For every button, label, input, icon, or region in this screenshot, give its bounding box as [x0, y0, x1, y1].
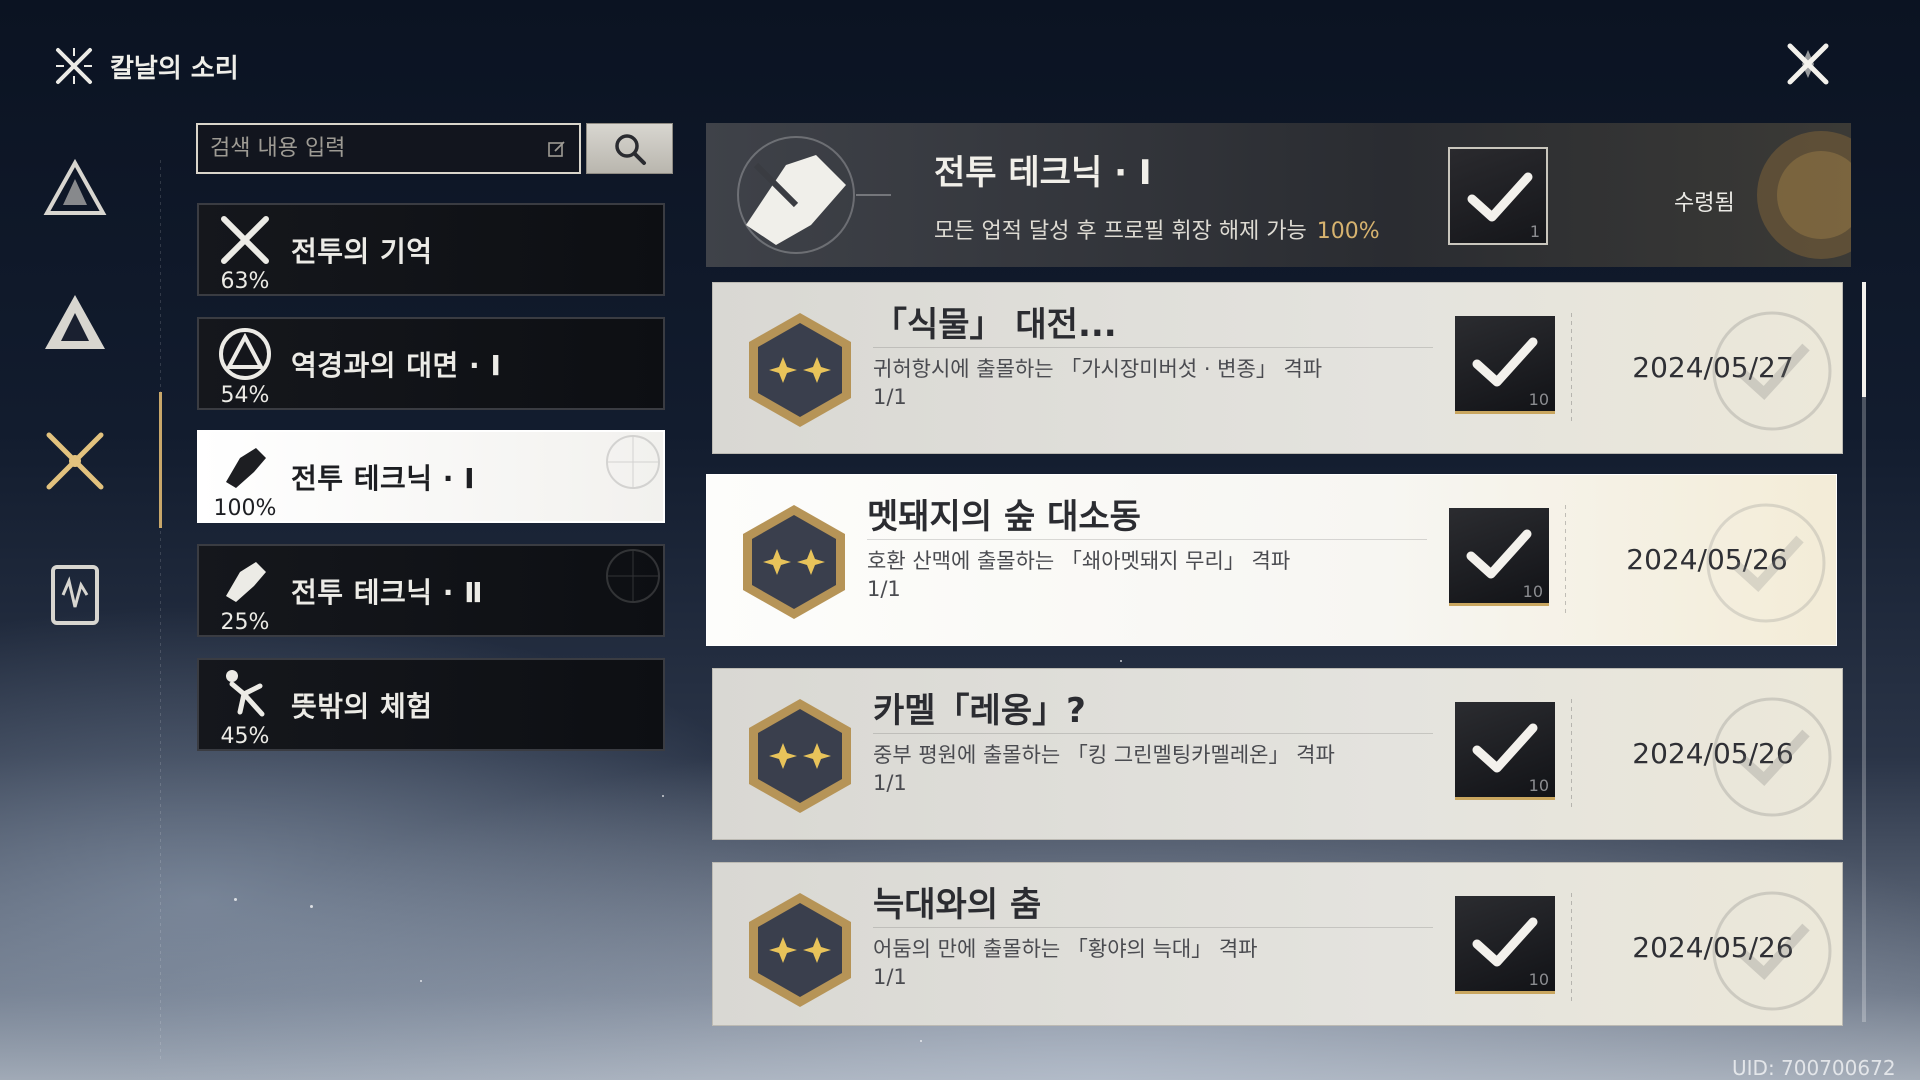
category-percent: 54%: [220, 383, 270, 408]
achievement-row[interactable]: 「식물」 대전... 귀허항시에 출몰하는 「가시장미버섯 · 변종」 격파 1…: [712, 282, 1843, 454]
category-combat-technique-2[interactable]: 25% 전투 테크닉 · Ⅱ: [197, 544, 665, 637]
category-icon-box: 25%: [199, 546, 291, 635]
category-label: 전투 테크닉 · Ⅰ: [291, 461, 476, 495]
achievement-reward-slot[interactable]: 10: [1449, 508, 1549, 606]
search-icon: [614, 133, 646, 165]
summary-reward-slot[interactable]: 1: [1448, 147, 1548, 245]
rail-divider: [160, 160, 161, 1060]
row-vertical-divider: [1571, 699, 1572, 811]
achievement-row[interactable]: 멧돼지의 숲 대소동 호환 산맥에 출몰하는 「쇄아멧돼지 무리」 격파 1/1…: [706, 474, 1837, 646]
achievement-description: 어둠의 만에 출몰하는 「황야의 늑대」 격파: [873, 937, 1258, 961]
compass-decoration-icon: [606, 435, 660, 489]
claimed-status: 수령됨: [1674, 191, 1735, 216]
crossed-swords-gold-icon: [46, 432, 104, 490]
close-icon: [1787, 43, 1829, 85]
category-label: 전투 테크닉 · Ⅱ: [291, 575, 484, 609]
search-button[interactable]: [586, 123, 673, 174]
achievement-name: 카멜「레옹」?: [873, 691, 1086, 731]
completed-stamp-icon: [1712, 697, 1832, 817]
achievement-progress: 1/1: [867, 577, 901, 601]
row-divider: [873, 927, 1433, 928]
completed-stamp-icon: [1712, 891, 1832, 1011]
category-percent: 63%: [220, 269, 270, 294]
book-icon: [51, 565, 99, 625]
category-icon-box: 54%: [199, 319, 291, 408]
category-percent: 25%: [220, 610, 270, 635]
app-header: 칼날의 소리: [52, 44, 239, 88]
achievement-reward-slot[interactable]: 10: [1455, 702, 1555, 800]
category-label: 뜻밖의 체험: [291, 689, 433, 723]
completed-stamp-icon: [1712, 311, 1832, 431]
mountain-icon: [45, 295, 105, 349]
app-title: 칼날의 소리: [110, 53, 239, 84]
clasped-hands-emblem-icon: [737, 136, 891, 254]
completed-stamp-icon: [1706, 503, 1826, 623]
close-button[interactable]: [1780, 36, 1836, 92]
hexagon-medal-icon: [749, 313, 851, 427]
category-battle-memory[interactable]: 63% 전투의 기억: [197, 203, 665, 296]
category-icon-box: 63%: [199, 205, 291, 294]
summary-subtitle: 모든 업적 달성 후 프로필 휘장 해제 가능 100%: [934, 213, 1380, 245]
user-id: UID: 700700672: [1732, 1056, 1896, 1080]
fist-icon: [226, 448, 266, 488]
category-percent: 100%: [213, 496, 277, 521]
achievement-progress: 1/1: [873, 771, 907, 795]
reward-quantity: 10: [1528, 970, 1549, 989]
achievement-progress: 1/1: [873, 965, 907, 989]
category-unexpected-experience[interactable]: 45% 뜻밖의 체험: [197, 658, 665, 751]
search-input[interactable]: [210, 136, 547, 161]
achievement-reward-slot[interactable]: 10: [1455, 316, 1555, 414]
reward-quantity: 10: [1528, 776, 1549, 795]
category-icon-box: 100%: [199, 432, 291, 521]
search-field[interactable]: [196, 123, 581, 174]
profile-badge-icon: [1757, 131, 1851, 259]
tripping-figure-icon: [226, 670, 265, 717]
achievement-description: 중부 평원에 출몰하는 「킹 그린멜팅카멜레온」 격파: [873, 743, 1335, 767]
achievement-name: 늑대와의 춤: [873, 885, 1042, 925]
rail-tab-records[interactable]: [40, 560, 110, 630]
rail-tab-exploration[interactable]: [40, 288, 110, 358]
category-facing-adversity[interactable]: 54% 역경과의 대면 · Ⅰ: [197, 317, 665, 410]
category-percent: 45%: [220, 724, 270, 749]
achievement-description: 귀허항시에 출몰하는 「가시장미버섯 · 변종」 격파: [873, 357, 1323, 381]
triangle-emblem-icon: [219, 328, 271, 380]
summary-reward-qty: 1: [1529, 222, 1540, 241]
triangle-compass-icon: [43, 158, 107, 215]
row-vertical-divider: [1565, 505, 1566, 617]
rail-tab-combat[interactable]: [40, 426, 110, 496]
category-combat-technique-1[interactable]: 100% 전투 테크닉 · Ⅰ: [197, 430, 665, 523]
compass-decoration-icon: [606, 549, 660, 603]
edit-icon: [548, 140, 565, 157]
rail-tab-journey[interactable]: [40, 154, 110, 224]
reward-quantity: 10: [1528, 390, 1549, 409]
crossed-swords-icon: [221, 216, 269, 264]
achievement-progress: 1/1: [873, 385, 907, 409]
achievement-description: 호환 산맥에 출몰하는 「쇄아멧돼지 무리」 격파: [867, 549, 1291, 573]
category-summary-panel: 전투 테크닉 · Ⅰ 모든 업적 달성 후 프로필 휘장 해제 가능 100% 1…: [706, 123, 1851, 267]
summary-percent: 100%: [1316, 219, 1380, 244]
category-icon-box: 45%: [199, 660, 291, 749]
hexagon-medal-icon: [749, 699, 851, 813]
row-divider: [873, 347, 1433, 348]
crossed-blades-icon: [56, 48, 92, 84]
row-divider: [873, 733, 1433, 734]
achievement-row[interactable]: 늑대와의 춤 어둠의 만에 출몰하는 「황야의 늑대」 격파 1/1 10 20…: [712, 862, 1843, 1026]
row-vertical-divider: [1571, 313, 1572, 425]
hexagon-medal-icon: [743, 505, 845, 619]
row-vertical-divider: [1571, 893, 1572, 1005]
summary-title: 전투 테크닉 · Ⅰ: [934, 153, 1152, 193]
reward-quantity: 10: [1522, 582, 1543, 601]
achievement-reward-slot[interactable]: 10: [1455, 896, 1555, 994]
summary-subtitle-text: 모든 업적 달성 후 프로필 휘장 해제 가능: [934, 219, 1307, 244]
hexagon-medal-icon: [749, 893, 851, 1007]
scrollbar-thumb[interactable]: [1862, 282, 1866, 397]
achievement-name: 「식물」 대전...: [873, 305, 1117, 345]
row-divider: [867, 539, 1427, 540]
fist-icon: [226, 562, 266, 602]
achievement-row[interactable]: 카멜「레옹」? 중부 평원에 출몰하는 「킹 그린멜팅카멜레온」 격파 1/1 …: [712, 668, 1843, 840]
category-label: 역경과의 대면 · Ⅰ: [291, 348, 502, 382]
achievement-name: 멧돼지의 숲 대소동: [867, 497, 1141, 537]
rail-active-indicator: [159, 392, 162, 528]
category-label: 전투의 기억: [291, 234, 433, 268]
